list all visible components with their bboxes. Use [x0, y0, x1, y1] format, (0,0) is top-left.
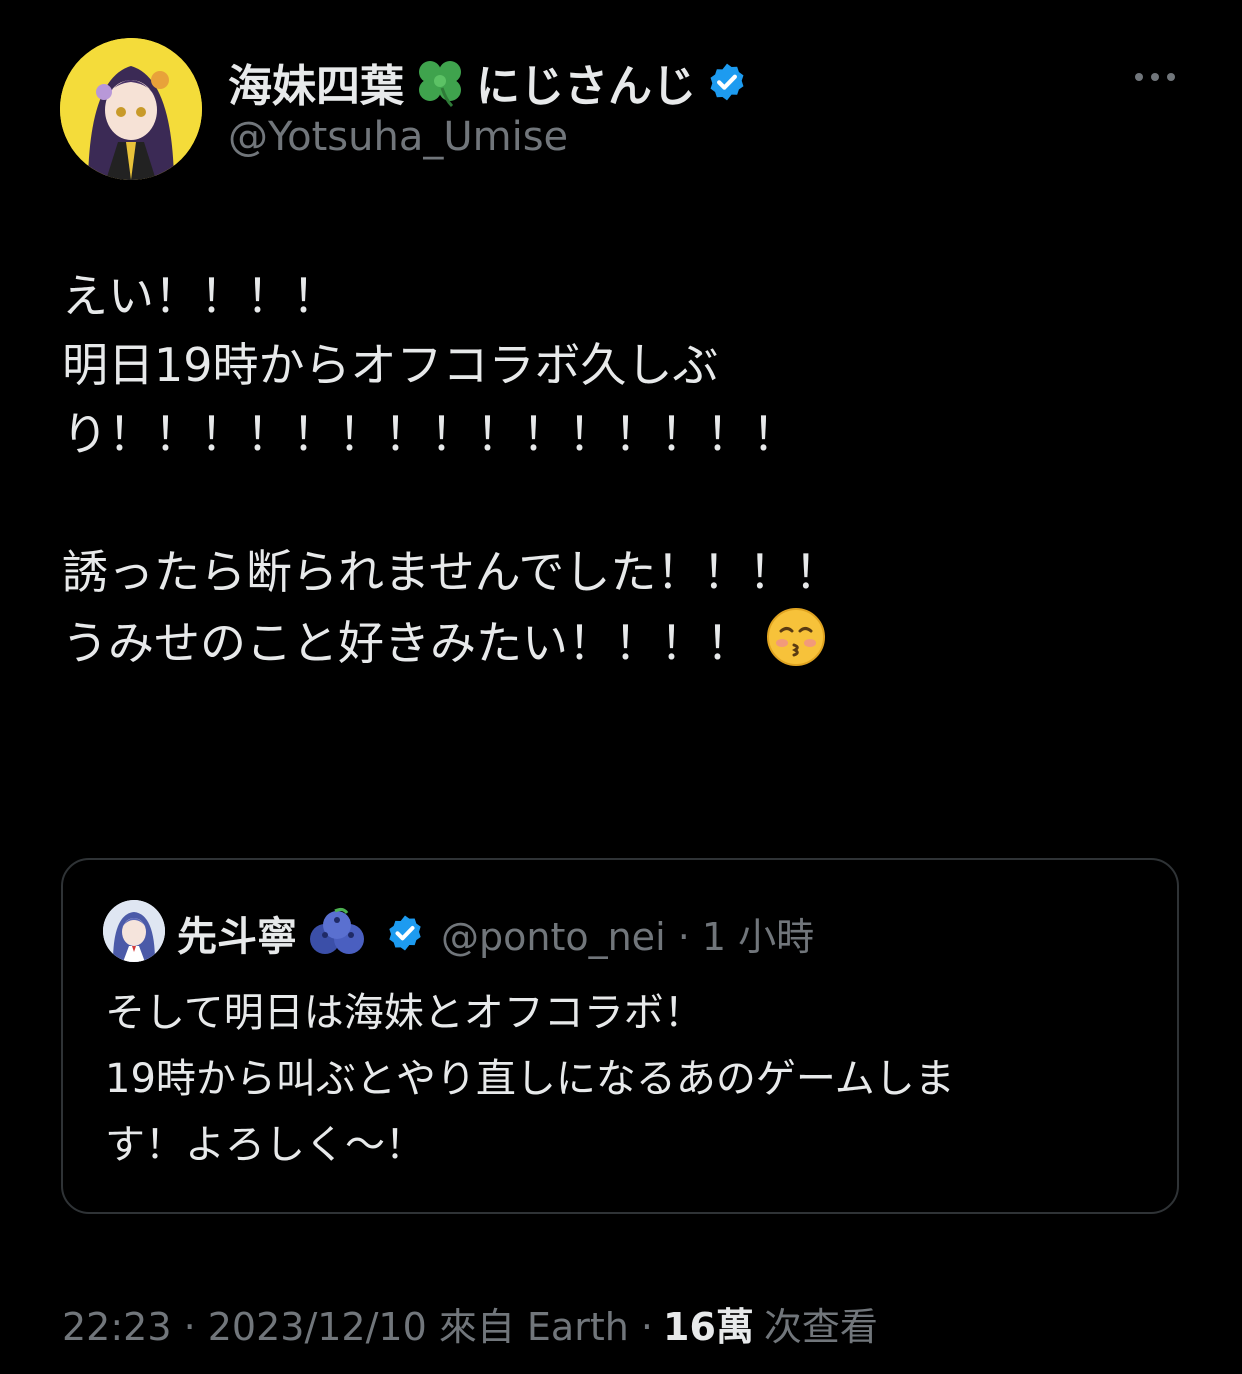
- author-avatar[interactable]: [60, 38, 202, 180]
- views-label: 次查看: [763, 1305, 878, 1349]
- views-count[interactable]: 16萬: [663, 1296, 754, 1351]
- author-display-name[interactable]: 海妹四葉: [228, 50, 404, 114]
- more-options-icon: [1135, 73, 1175, 81]
- more-options-button[interactable]: [1130, 62, 1180, 92]
- tweet-line-with-emoji: うみせのこと好きみたい！！！！: [62, 607, 1182, 676]
- kissing-face-icon: [767, 608, 825, 666]
- author-name-row[interactable]: 海妹四葉 にじさんじ: [228, 50, 748, 114]
- tweet-line: 誘ったら断られませんでした！！！！: [62, 545, 841, 599]
- quoted-handle-time[interactable]: @ponto_nei · 1 小時: [441, 906, 814, 961]
- quoted-tweet-text: そして明日は海妹とオフコラボ！ 19時から叫ぶとやり直しになるあのゲームしま す…: [105, 980, 1145, 1178]
- quoted-line: す！よろしく～！: [105, 1122, 425, 1168]
- tweet-text: えい！！！！ 明日19時からオフコラボ久しぶ り！！！！！！！！！！！！！！！ …: [62, 262, 1182, 676]
- quoted-line: そして明日は海妹とオフコラボ！: [105, 990, 704, 1036]
- tweet-line: 明日19時からオフコラボ久しぶ: [62, 338, 719, 392]
- quoted-tweet-card[interactable]: 先斗寧 @ponto_nei · 1 小時 そして明日は海妹とオフコラボ！ 19…: [61, 858, 1179, 1214]
- quoted-avatar-icon: [103, 900, 165, 962]
- author-handle[interactable]: @Yotsuha_Umise: [228, 114, 568, 160]
- tweet-line: うみせのこと好きみたい！！！！: [62, 616, 752, 670]
- avatar-icon: [60, 38, 202, 180]
- author-name-suffix[interactable]: にじさんじ: [476, 50, 696, 114]
- quoted-line: 19時から叫ぶとやり直しになるあのゲームしま: [105, 1056, 955, 1102]
- timestamp-source[interactable]: 22:23 · 2023/12/10 來自 Earth ·: [62, 1296, 653, 1351]
- tweet-meta: 22:23 · 2023/12/10 來自 Earth · 16萬 次查看: [62, 1296, 878, 1351]
- four-leaf-clover-icon: [419, 61, 461, 108]
- tweet-line: えい！！！！: [62, 269, 338, 323]
- verified-badge-icon: [389, 915, 421, 951]
- tweet-line: り！！！！！！！！！！！！！！！: [62, 407, 798, 461]
- quoted-header: 先斗寧 @ponto_nei · 1 小時: [177, 904, 814, 962]
- verified-badge-icon: [710, 63, 744, 101]
- quoted-display-name[interactable]: 先斗寧: [177, 904, 297, 962]
- quoted-author-avatar[interactable]: [103, 900, 165, 962]
- blueberries-icon: [310, 907, 364, 954]
